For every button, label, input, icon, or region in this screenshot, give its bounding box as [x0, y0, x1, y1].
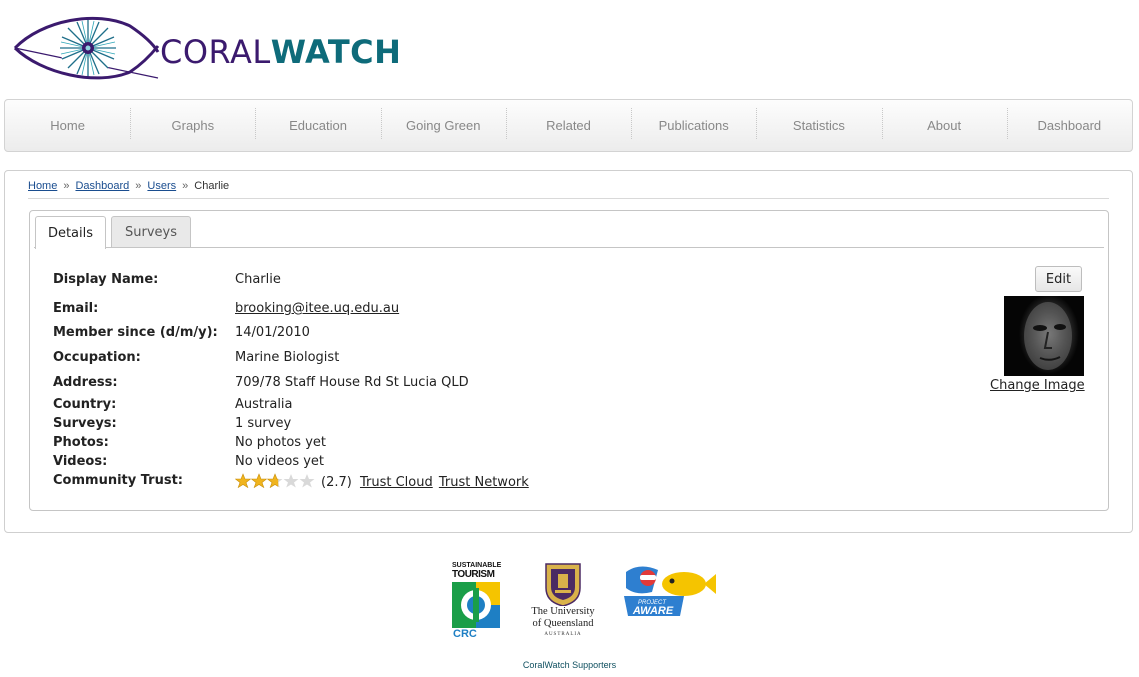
uq-crest-icon [545, 563, 581, 606]
breadcrumb: Home » Dashboard » Users » Charlie [28, 180, 1109, 199]
tab-details[interactable]: Details [35, 216, 106, 249]
uq-country: AUSTRALIA [544, 632, 582, 637]
brand-wordmark: CORALWATCH [160, 34, 401, 70]
surveys-label: Surveys: [53, 416, 117, 431]
brand-part-coral: CORAL [160, 33, 271, 71]
nav-education[interactable]: Education [255, 100, 380, 151]
nav-dashboard[interactable]: Dashboard [1006, 100, 1132, 151]
nav-related[interactable]: Related [505, 100, 631, 151]
trust-network-link[interactable]: Trust Network [439, 475, 529, 490]
tabs-divider [34, 247, 1104, 248]
breadcrumb-dashboard-link[interactable]: Dashboard [75, 180, 129, 192]
avatar-face-image [1004, 296, 1072, 376]
star-icon [251, 473, 267, 488]
aware-line2: AWARE [632, 605, 674, 617]
videos-label: Videos: [53, 454, 108, 469]
trust-rating-value: (2.7) [321, 475, 352, 490]
country-label: Country: [53, 397, 117, 412]
email-link[interactable]: brooking@itee.uq.edu.au [235, 301, 399, 316]
country-value: Australia [235, 397, 293, 412]
member-since-label: Member since (d/m/y): [53, 325, 218, 340]
uq-name-line2: of Queensland [532, 618, 594, 629]
supporters-caption: CoralWatch Supporters [522, 660, 617, 670]
occupation-label: Occupation: [53, 350, 141, 365]
nav-statistics[interactable]: Statistics [756, 100, 881, 151]
coral-eye-logo-icon [13, 16, 160, 80]
trust-cloud-link[interactable]: Trust Cloud [360, 475, 433, 490]
crc-line3: CRC [453, 628, 477, 640]
avatar [1004, 296, 1084, 376]
crc-line2: TOURISM [452, 569, 495, 580]
display-name-value: Charlie [235, 272, 281, 287]
breadcrumb-separator: » [182, 180, 189, 192]
address-value: 709/78 Staff House Rd St Lucia QLD [235, 375, 469, 390]
star-icon [235, 473, 251, 488]
uq-name: The University of Queensland [520, 606, 606, 630]
star-icon [267, 473, 283, 488]
sustainable-tourism-crc-logo[interactable]: SUSTAINABLE TOURISM CRC [452, 562, 502, 642]
breadcrumb-separator: » [135, 180, 142, 192]
edit-button[interactable]: Edit [1035, 266, 1082, 292]
display-name-label: Display Name: [53, 272, 159, 287]
uq-name-line1: The University [531, 606, 595, 617]
tab-surveys[interactable]: Surveys [111, 216, 191, 248]
community-trust-label: Community Trust: [53, 473, 183, 488]
star-icon [283, 474, 299, 488]
address-label: Address: [53, 375, 118, 390]
nav-graphs[interactable]: Graphs [130, 100, 255, 151]
nav-about[interactable]: About [881, 100, 1007, 151]
breadcrumb-separator: » [63, 180, 70, 192]
crc-emblem-icon [452, 582, 500, 628]
university-of-queensland-logo[interactable]: The University of Queensland AUSTRALIA [520, 562, 606, 642]
member-since-value: 14/01/2010 [235, 325, 310, 340]
photos-label: Photos: [53, 435, 109, 450]
breadcrumb-home-link[interactable]: Home [28, 180, 57, 192]
trust-rating-stars [235, 473, 315, 488]
breadcrumb-current: Charlie [194, 180, 230, 192]
photos-value: No photos yet [235, 435, 326, 450]
main-nav: Home Graphs Education Going Green Relate… [4, 99, 1133, 152]
surveys-value: 1 survey [235, 416, 292, 431]
project-aware-fish-icon: PROJECT AWARE [624, 566, 716, 617]
nav-going-green[interactable]: Going Green [380, 100, 506, 151]
nav-publications[interactable]: Publications [631, 100, 756, 151]
change-image-link[interactable]: Change Image [990, 378, 1085, 393]
email-label: Email: [53, 301, 99, 316]
brand-part-watch: WATCH [270, 33, 402, 71]
breadcrumb-users-link[interactable]: Users [147, 180, 176, 192]
occupation-value: Marine Biologist [235, 350, 340, 365]
content-panel: Home » Dashboard » Users » Charlie Details Sur… [4, 170, 1133, 533]
coralwatch-logo[interactable]: CORALWATCH [12, 12, 401, 86]
videos-value: No videos yet [235, 454, 325, 469]
star-icon [299, 474, 315, 488]
nav-home[interactable]: Home [5, 100, 130, 151]
project-aware-logo[interactable]: PROJECT AWARE [622, 562, 718, 622]
user-profile-card: Details Surveys Display Name: Charlie Em… [29, 210, 1109, 511]
